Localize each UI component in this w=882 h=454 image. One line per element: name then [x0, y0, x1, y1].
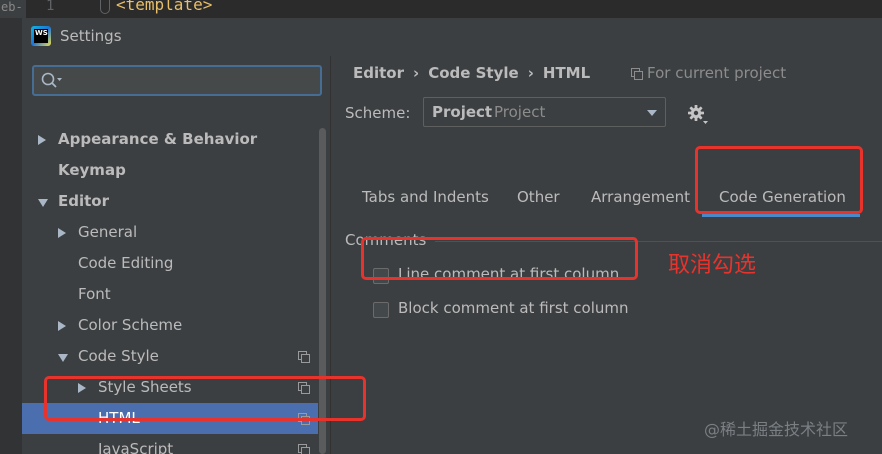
tree-item-color-scheme[interactable]: Color Scheme — [22, 310, 318, 341]
tree-item-label: General — [78, 223, 138, 241]
scheme-value: Project — [432, 103, 493, 121]
line-number: 1 — [46, 0, 55, 14]
breadcrumb: Editor › Code Style › HTML — [353, 64, 590, 88]
scheme-kind: Project — [494, 103, 546, 121]
project-scope-icon — [298, 351, 310, 363]
tree-item-general[interactable]: General — [22, 217, 318, 248]
ide-left-frame — [0, 18, 22, 454]
annotation-box-html — [44, 376, 366, 421]
tree-item-label: Font — [78, 285, 111, 303]
tree-item-label: Color Scheme — [78, 316, 183, 334]
scheme-label: Scheme: — [345, 104, 411, 122]
active-tab-indicator — [702, 214, 860, 217]
for-current-project-label: For current project — [647, 64, 787, 82]
tree-item-appearance-behavior[interactable]: Appearance & Behavior — [22, 124, 318, 155]
tab-arrangement[interactable]: Arrangement — [591, 188, 690, 206]
breadcrumb-item: HTML — [542, 64, 591, 82]
dialog-title: Settings — [60, 27, 122, 45]
expand-arrow-right-icon[interactable] — [58, 228, 66, 238]
breadcrumb-separator: › — [413, 64, 420, 82]
scheme-dropdown[interactable]: Project Project — [423, 97, 666, 127]
tree-item-editor[interactable]: Editor — [22, 186, 318, 217]
block-comment-checkbox[interactable] — [373, 302, 389, 318]
expand-arrow-down-icon[interactable] — [58, 354, 68, 362]
breadcrumb-separator: › — [527, 64, 534, 82]
tab-other[interactable]: Other — [517, 188, 560, 206]
tree-item-label: Editor — [58, 192, 109, 210]
dialog-titlebar[interactable]: WS Settings — [22, 18, 882, 56]
chevron-down-icon — [647, 110, 657, 116]
tree-item-label: Appearance & Behavior — [58, 130, 258, 148]
tree-item-code-editing[interactable]: Code Editing — [22, 248, 318, 279]
tree-item-code-style[interactable]: Code Style — [22, 341, 318, 372]
tree-item-label: JavaScript — [98, 440, 174, 454]
tree-item-font[interactable]: Font — [22, 279, 318, 310]
tab-tabs-and-indents[interactable]: Tabs and Indents — [362, 188, 489, 206]
expand-arrow-down-icon[interactable] — [38, 199, 48, 207]
for-current-project-note: For current project — [631, 64, 786, 82]
watermark: @稀土掘金技术社区 — [704, 420, 849, 439]
tree-item-label: Keymap — [58, 161, 126, 179]
tree-item-label: Code Editing — [78, 254, 174, 272]
editor-background: eb-c 1 <template> — [0, 0, 882, 18]
fold-marker-icon[interactable] — [100, 0, 110, 14]
code-line: <template> — [116, 0, 213, 14]
breadcrumb-item: Editor — [353, 64, 404, 82]
block-comment-label[interactable]: Block comment at first column — [398, 299, 629, 317]
tree-item-label: Code Style — [78, 347, 159, 365]
project-scope-icon — [298, 444, 310, 454]
project-scope-icon — [631, 68, 643, 80]
gear-icon[interactable] — [685, 102, 709, 126]
tree-item-javascript[interactable]: JavaScript — [22, 434, 318, 454]
expand-arrow-right-icon[interactable] — [58, 321, 66, 331]
annotation-box-code-generation — [695, 146, 863, 214]
expand-arrow-right-icon[interactable] — [38, 135, 46, 145]
editor-tab-fragment[interactable]: eb-c — [0, 0, 26, 18]
annotation-box-line-comment — [361, 237, 638, 280]
webstorm-logo-icon: WS — [31, 26, 51, 46]
breadcrumb-item: Code Style — [428, 64, 519, 82]
annotation-text: 取消勾选 — [668, 253, 757, 278]
tree-item-keymap[interactable]: Keymap — [22, 155, 318, 186]
